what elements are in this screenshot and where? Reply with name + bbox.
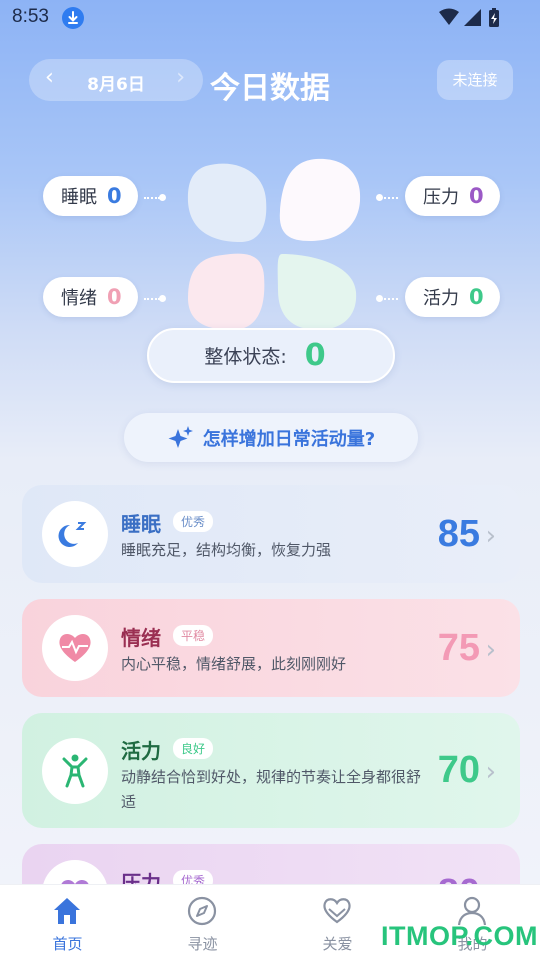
overall-status: 整体状态: 0 (147, 328, 395, 383)
status-bar: 8:53 (0, 0, 540, 36)
metric-sleep-value: 0 (107, 184, 122, 208)
sleep-card-desc: 睡眠充足，结构均衡，恢复力强 (121, 541, 332, 559)
sparkle-icon (168, 425, 193, 448)
vitality-card-title: 活力 (121, 739, 161, 763)
metric-mood-label: 情绪 (61, 288, 97, 309)
sleep-card-icon (42, 501, 108, 567)
activity-tip-button[interactable]: 怎样增加日常活动量? (124, 413, 418, 462)
mood-card-badge: 平稳 (173, 625, 214, 646)
mood-connector-dot (159, 295, 166, 302)
mood-petal (188, 253, 265, 330)
overall-status-value: 0 (304, 338, 326, 373)
vitality-card-badge: 良好 (173, 738, 214, 759)
metric-sleep[interactable]: 睡眠 0 (43, 176, 138, 216)
chevron-right-icon: › (485, 635, 496, 665)
status-time: 8:53 (12, 6, 49, 27)
tab-explore-label: 寻迹 (187, 935, 218, 953)
sleep-card-title: 睡眠 (121, 512, 161, 536)
mood-card-score: 75 (437, 627, 480, 669)
connection-button[interactable]: 未连接 (437, 60, 513, 100)
sleep-card-badge: 优秀 (173, 511, 214, 532)
stress-petal (279, 158, 361, 241)
metric-vitality[interactable]: 活力 0 (405, 277, 500, 317)
mood-card[interactable]: 情绪 平稳 内心平稳，情绪舒展，此刻刚刚好 75 › (22, 599, 520, 697)
sleep-card-score: 85 (437, 513, 480, 555)
care-icon (323, 898, 351, 924)
sleep-connector-dot (159, 194, 166, 201)
vitality-petal (277, 254, 357, 330)
compass-icon (187, 896, 217, 926)
metric-stress-label: 压力 (423, 187, 459, 208)
tab-home-label: 首页 (52, 935, 83, 953)
vitality-connector-dot (376, 295, 383, 302)
mood-connector (144, 298, 160, 300)
metric-vitality-label: 活力 (423, 288, 459, 309)
system-status-icons (439, 8, 499, 27)
vitality-card[interactable]: 活力 良好 动静结合恰到好处，规律的节奏让全身都很舒适 70 › (22, 713, 520, 828)
metric-stress-value: 0 (469, 184, 484, 208)
metric-vitality-value: 0 (469, 285, 484, 309)
vitality-card-icon (42, 738, 108, 804)
chevron-right-icon: › (485, 521, 496, 551)
metric-mood-value: 0 (107, 285, 122, 309)
mood-card-desc: 内心平稳，情绪舒展，此刻刚刚好 (121, 655, 347, 673)
sleep-connector (144, 197, 160, 199)
person-icon (62, 754, 88, 788)
activity-tip-label: 怎样增加日常活动量? (202, 428, 376, 450)
home-icon (54, 898, 80, 924)
mood-card-icon (42, 615, 108, 681)
heart-pulse-icon (59, 633, 91, 662)
vitality-card-desc: 动静结合恰到好处，规律的节奏让全身都很舒适 (121, 768, 422, 811)
download-icon (62, 7, 84, 29)
stress-connector-dot (376, 194, 383, 201)
chevron-right-icon: › (485, 757, 496, 787)
watermark: ITMOP.COM (381, 921, 539, 951)
mood-card-title: 情绪 (121, 626, 161, 650)
tab-home[interactable]: 首页 (0, 885, 135, 960)
sleep-petal (187, 163, 267, 242)
tab-explore[interactable]: 寻迹 (135, 885, 270, 960)
metric-stress[interactable]: 压力 0 (405, 176, 500, 216)
vitality-card-score: 70 (437, 749, 480, 791)
moon-icon (58, 522, 87, 547)
metric-mood[interactable]: 情绪 0 (43, 277, 138, 317)
metric-sleep-label: 睡眠 (61, 187, 97, 208)
sleep-card[interactable]: 睡眠 优秀 睡眠充足，结构均衡，恢复力强 85 › (22, 485, 520, 583)
overall-status-label: 整体状态: (204, 346, 287, 368)
